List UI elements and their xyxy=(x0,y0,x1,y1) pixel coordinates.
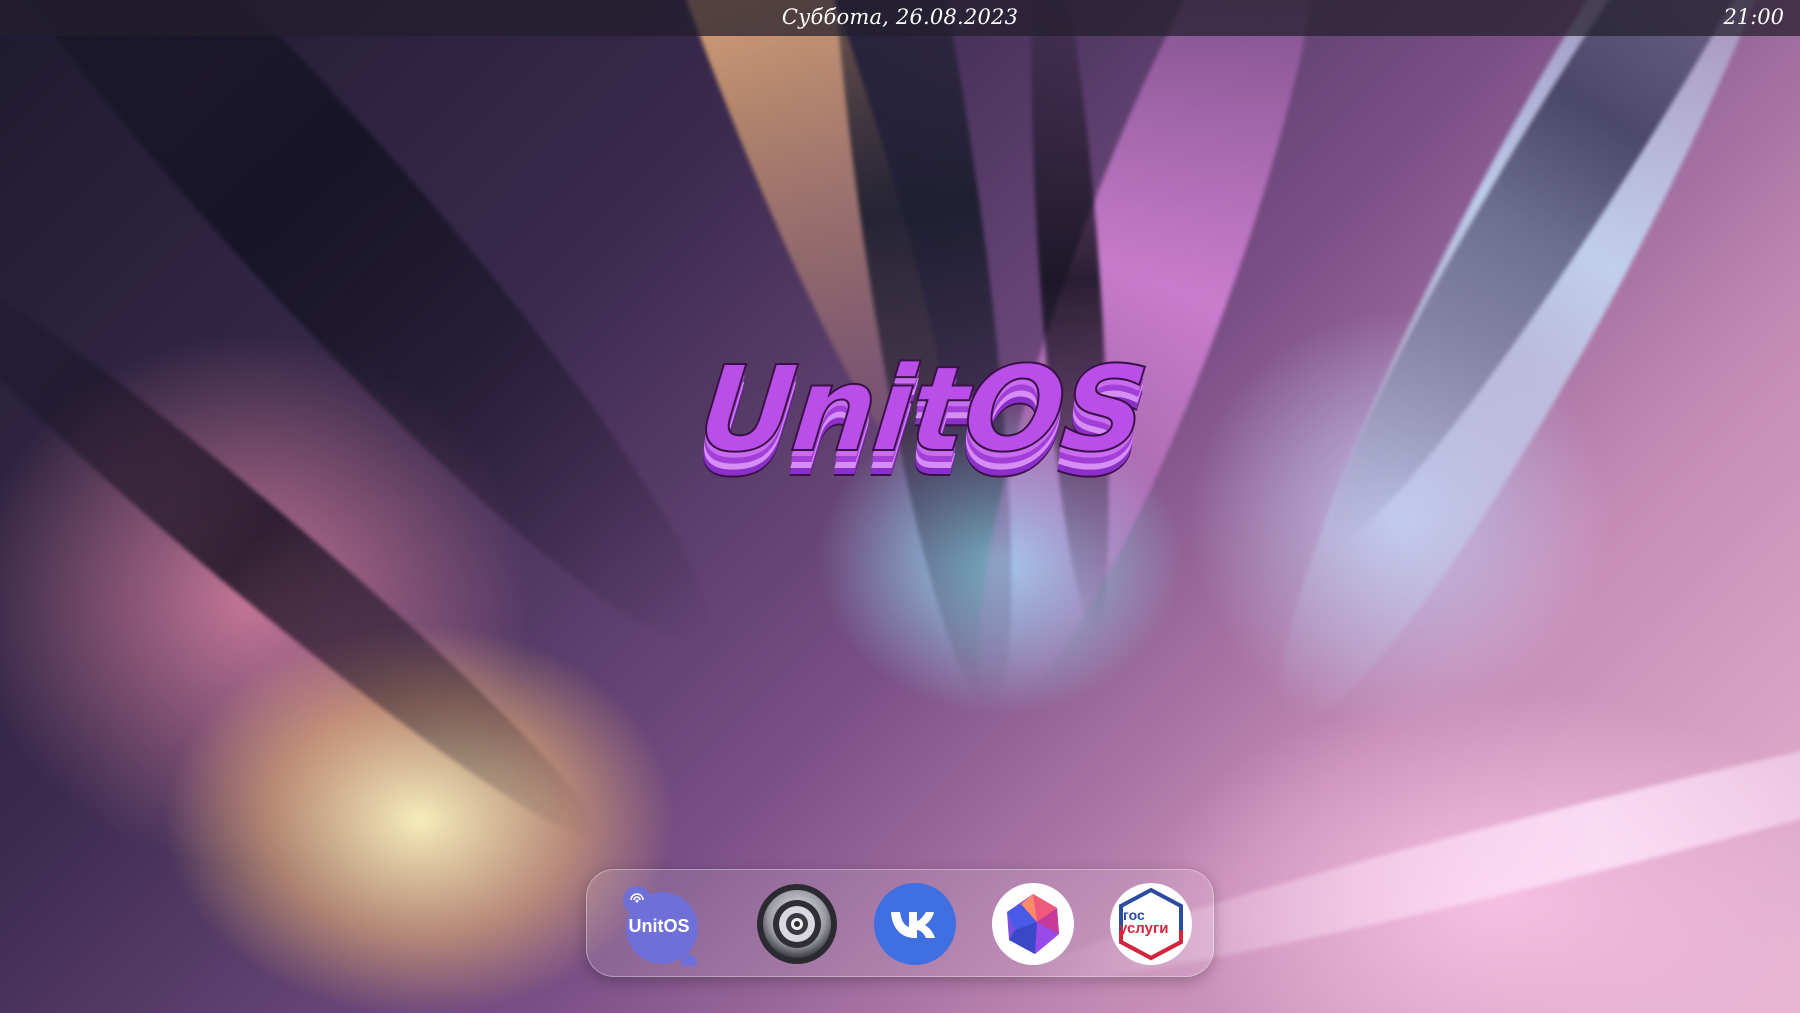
wallpaper-streak xyxy=(0,0,769,697)
settings-dial-icon xyxy=(757,884,837,964)
clock[interactable]: 21:00 xyxy=(1723,5,1784,29)
dock: UnitOS гос услуги xyxy=(586,869,1214,977)
top-bar: Суббота, 26.08.2023 21:00 xyxy=(0,0,1800,36)
wallpaper-streak xyxy=(1288,0,1800,569)
logo-text: UnitOS xyxy=(692,339,1152,479)
gosuslugi-label: гос услуги xyxy=(1119,908,1183,936)
date-display: Суббота, 26.08.2023 xyxy=(781,5,1019,29)
desktop-logo: UnitOS xyxy=(692,339,1152,500)
dock-item-crystal[interactable] xyxy=(991,882,1075,966)
dock-item-settings[interactable] xyxy=(755,882,839,966)
crystal-icon xyxy=(992,883,1074,965)
wallpaper-streak xyxy=(1015,0,1125,632)
wallpaper-streak xyxy=(0,221,624,869)
vk-icon xyxy=(874,883,956,965)
wallpaper-streak xyxy=(1216,0,1800,761)
gosuslugi-label-line2: услуги xyxy=(1119,920,1169,937)
dock-item-gosuslugi[interactable]: гос услуги xyxy=(1109,882,1193,966)
dock-item-label: UnitOS xyxy=(628,916,690,936)
dock-item-unitos[interactable]: UnitOS xyxy=(617,882,701,966)
dock-item-vk[interactable] xyxy=(873,882,957,966)
desktop-wallpaper: Суббота, 26.08.2023 21:00 UnitOS UnitOS xyxy=(0,0,1800,1013)
